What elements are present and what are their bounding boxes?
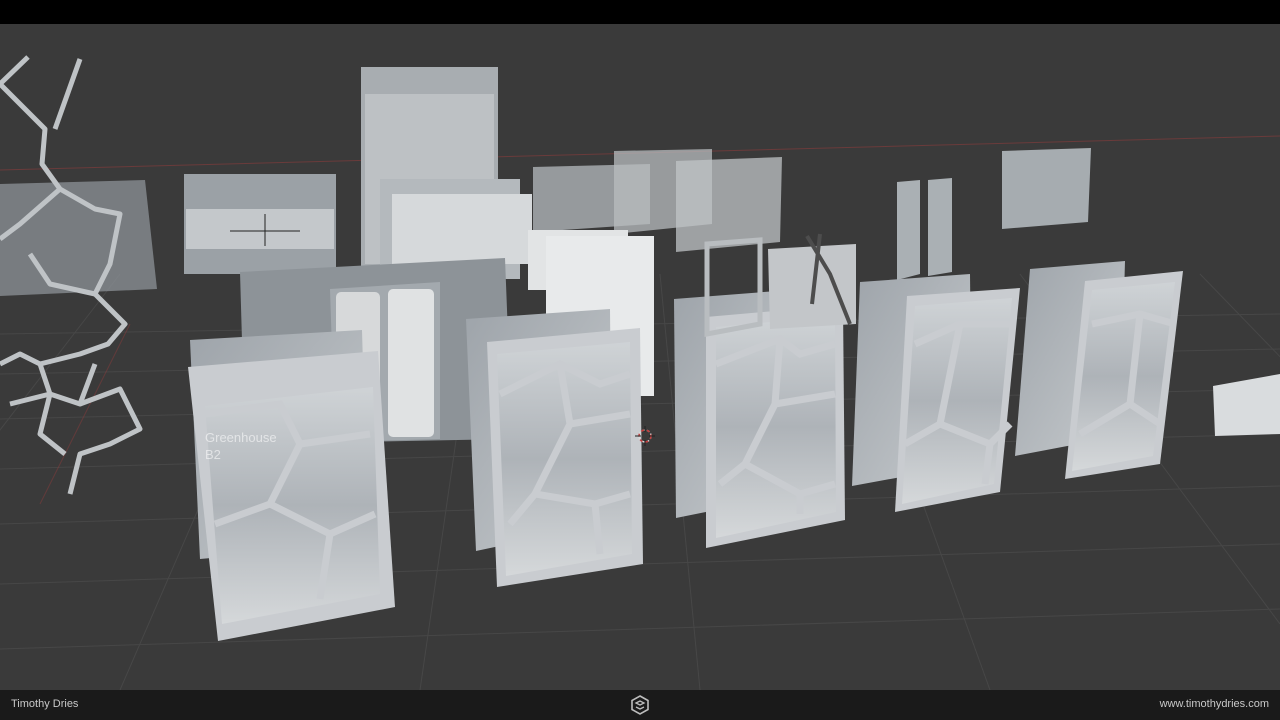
author-name: Timothy Dries bbox=[11, 698, 79, 710]
panel-label-code: B2 bbox=[205, 447, 221, 462]
panel-label-title: Greenhouse bbox=[205, 430, 277, 445]
website-link[interactable]: www.timothydries.com bbox=[1160, 698, 1269, 710]
viewport-scene bbox=[0, 55, 1280, 690]
footer-bar: Timothy Dries www.timothydries.com bbox=[0, 690, 1280, 720]
glass-panel-1[interactable] bbox=[188, 330, 395, 641]
glass-panel-5[interactable] bbox=[1015, 261, 1183, 479]
top-bar bbox=[0, 0, 1280, 24]
3d-viewport[interactable]: Greenhouse B2 bbox=[0, 24, 1280, 690]
glass-panel-3[interactable] bbox=[674, 290, 845, 548]
glass-panel-2[interactable] bbox=[466, 309, 643, 587]
glass-panel-4[interactable] bbox=[852, 274, 1020, 512]
cube-logo-icon bbox=[631, 695, 649, 715]
